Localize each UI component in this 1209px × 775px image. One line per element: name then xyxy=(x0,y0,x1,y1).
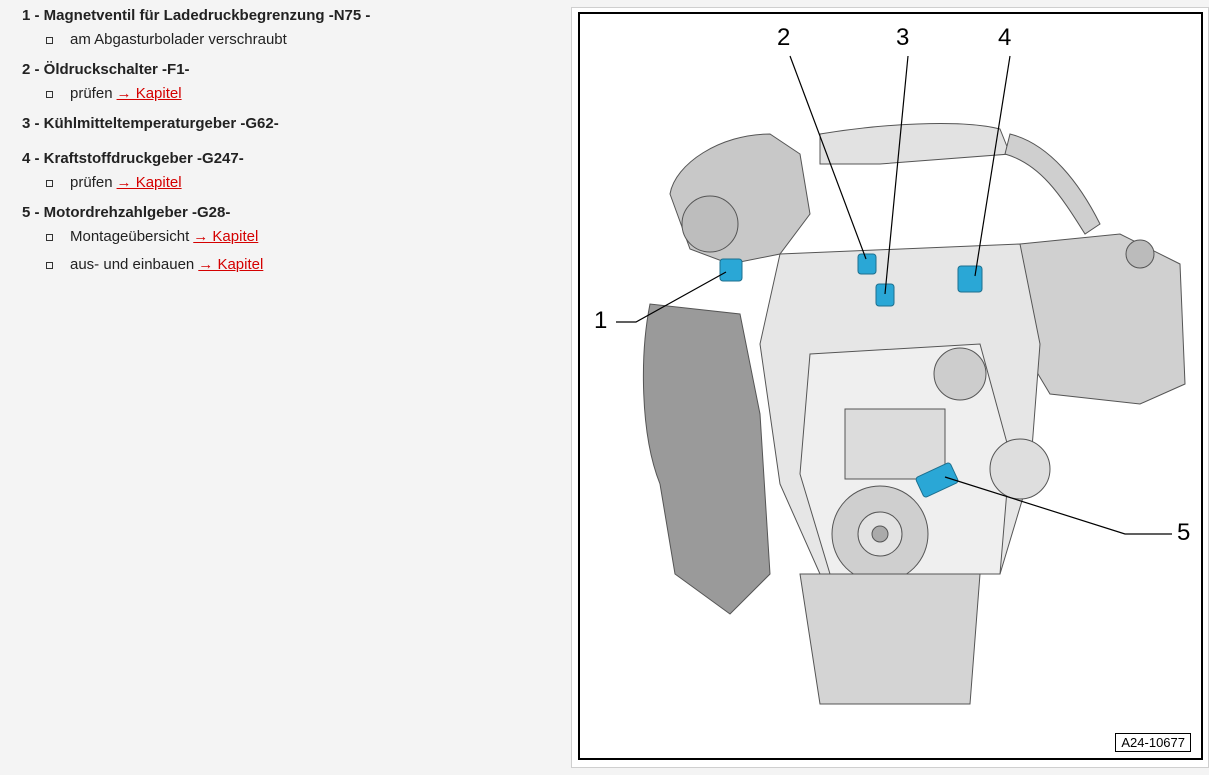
item-2-title: 2 - Öldruckschalter -F1- xyxy=(22,61,190,78)
item-2-subs: prüfen → Kapitel xyxy=(22,84,562,104)
list-item: am Abgasturbolader verschraubt xyxy=(46,30,562,50)
kapitel-link[interactable]: → Kapitel xyxy=(117,173,182,193)
figure-frame: 1 2 3 4 5 A24-10677 xyxy=(571,7,1209,768)
coolant-pipe-shape xyxy=(1004,133,1101,235)
item-1-sub-1-text: am Abgasturbolader verschraubt xyxy=(70,31,287,48)
list-item: prüfen → Kapitel xyxy=(46,84,562,104)
list-item: Montageübersicht → Kapitel xyxy=(46,227,562,247)
callout-2: 2 xyxy=(777,24,791,51)
item-5-subs: Montageübersicht → Kapitel aus- und einb… xyxy=(22,227,562,275)
kapitel-link[interactable]: → Kapitel xyxy=(193,227,258,247)
oil-pan-shape xyxy=(799,573,981,705)
callout-4: 4 xyxy=(998,24,1012,51)
square-bullet-icon xyxy=(46,90,53,98)
callout-3: 3 xyxy=(896,24,910,51)
square-bullet-icon xyxy=(46,261,53,269)
engine-illustration xyxy=(616,55,1186,705)
item-4-sub-1-text: prüfen xyxy=(70,174,113,191)
list-item: aus- und einbauen → Kapitel xyxy=(46,255,562,275)
list-item: prüfen → Kapitel xyxy=(46,173,562,193)
square-bullet-icon xyxy=(46,179,53,187)
square-bullet-icon xyxy=(46,36,53,44)
square-bullet-icon xyxy=(46,233,53,241)
kapitel-link[interactable]: → Kapitel xyxy=(198,255,263,275)
item-1-title: 1 - Magnetventil für Ladedruckbegrenzung… xyxy=(22,7,371,24)
item-5-title: 5 - Motordrehzahlgeber -G28- xyxy=(22,204,231,221)
item-5-sub-1-text: Montageübersicht xyxy=(70,228,190,245)
item-4-title: 4 - Kraftstoffdruckgeber -G247- xyxy=(22,150,244,167)
item-4-subs: prüfen → Kapitel xyxy=(22,173,562,193)
item-3-title: 3 - Kühlmitteltemperaturgeber -G62- xyxy=(22,115,279,132)
callout-5: 5 xyxy=(1177,519,1191,546)
engine-figure: 1 2 3 4 5 A24-10677 xyxy=(578,12,1203,760)
sensor-1-highlight xyxy=(719,258,743,282)
item-5-sub-2-text: aus- und einbauen xyxy=(70,256,195,273)
sensor-2-highlight xyxy=(857,253,877,275)
item-1-subs: am Abgasturbolader verschraubt xyxy=(22,30,562,50)
sensor-4-highlight xyxy=(957,265,983,293)
charge-pipe-shape xyxy=(819,123,1011,165)
intake-manifold-shape xyxy=(1019,233,1186,405)
callout-1: 1 xyxy=(594,307,608,334)
figure-reference-label: A24-10677 xyxy=(1115,733,1191,752)
water-pump-shape xyxy=(933,347,987,401)
heat-shield-shape xyxy=(642,303,771,615)
sensor-3-highlight xyxy=(875,283,895,307)
kapitel-link[interactable]: → Kapitel xyxy=(117,84,182,104)
item-2-sub-1-text: prüfen xyxy=(70,85,113,102)
legend-list: 1 - Magnetventil für Ladedruckbegrenzung… xyxy=(22,6,562,285)
